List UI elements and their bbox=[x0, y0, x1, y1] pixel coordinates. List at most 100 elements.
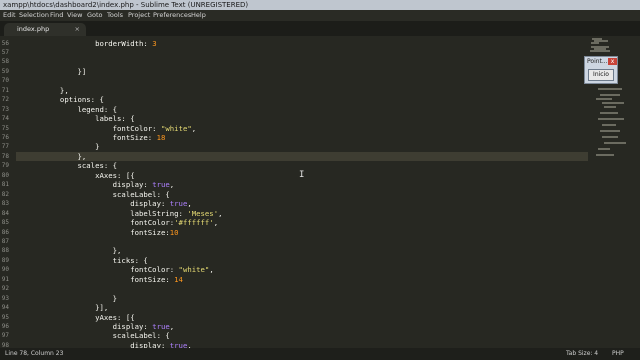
code-token: fontSize: bbox=[16, 274, 175, 284]
line-number: 79 bbox=[1, 162, 9, 170]
code-token: , bbox=[213, 218, 219, 228]
code-line[interactable]: scaleLabel: { bbox=[16, 190, 170, 199]
minimap-line bbox=[600, 130, 620, 132]
code-line[interactable]: }, bbox=[16, 86, 69, 95]
tab-index-php[interactable]: index.php × bbox=[4, 23, 86, 36]
code-token: } bbox=[16, 142, 100, 152]
code-line[interactable]: display: true, bbox=[16, 199, 192, 208]
code-token: scales: { bbox=[16, 161, 118, 171]
mouse-ibeam-cursor-icon: I bbox=[299, 170, 305, 180]
code-editor[interactable]: 56 57 58 59 70 71 72 73 74 75 76 77 78 79 80 81 82 83 84 85… bbox=[0, 36, 588, 348]
code-line[interactable]: borderWidth: 3 bbox=[16, 39, 157, 48]
inicio-button[interactable]: Inicio bbox=[588, 69, 614, 81]
code-token: true bbox=[152, 180, 170, 190]
code-token: borderWidth: bbox=[16, 38, 153, 48]
line-number: 57 bbox=[1, 48, 9, 56]
line-number: 73 bbox=[1, 105, 9, 113]
code-token: 18 bbox=[156, 133, 166, 142]
code-token: }, bbox=[16, 151, 87, 161]
line-number: 74 bbox=[1, 115, 9, 123]
code-line[interactable]: }] bbox=[16, 67, 87, 76]
line-number: 77 bbox=[1, 143, 9, 151]
code-token: display: bbox=[16, 199, 170, 209]
code-token: fontSize: bbox=[16, 227, 170, 237]
code-line[interactable]: scaleLabel: { bbox=[16, 331, 170, 340]
code-line[interactable]: legend: { bbox=[16, 105, 118, 114]
line-number: 86 bbox=[1, 228, 9, 236]
code-token: , bbox=[187, 340, 192, 348]
line-number: 95 bbox=[1, 313, 9, 321]
syntax-indicator[interactable]: PHP bbox=[612, 348, 624, 360]
minimap-line bbox=[600, 94, 620, 96]
line-number: 90 bbox=[1, 266, 9, 274]
code-token: , bbox=[218, 208, 223, 218]
code-token: 3 bbox=[152, 38, 157, 48]
code-line[interactable]: } bbox=[16, 142, 99, 151]
code-token: , bbox=[191, 123, 197, 133]
close-icon[interactable]: × bbox=[75, 23, 80, 36]
code-token: }, bbox=[16, 246, 122, 256]
code-token: true bbox=[169, 199, 188, 209]
code-line[interactable]: scales: { bbox=[16, 161, 118, 171]
code-line[interactable]: }, bbox=[16, 246, 122, 256]
code-token: , bbox=[169, 180, 175, 190]
code-line[interactable]: labels: { bbox=[16, 114, 135, 123]
tab-size-indicator[interactable]: Tab Size: 4 bbox=[566, 348, 598, 360]
minimap-line bbox=[591, 42, 599, 44]
code-line[interactable]: labelString: 'Meses', bbox=[16, 208, 223, 218]
line-number: 85 bbox=[1, 219, 9, 227]
code-line[interactable]: }, bbox=[16, 151, 588, 162]
line-number: 97 bbox=[1, 332, 9, 340]
code-line[interactable]: fontColor: "white", bbox=[16, 265, 214, 274]
code-line[interactable]: display: true, bbox=[16, 180, 175, 190]
menu-project[interactable]: Project bbox=[128, 10, 150, 21]
code-token: , bbox=[169, 322, 175, 331]
minimap-line bbox=[600, 112, 618, 114]
code-line[interactable]: yAxes: [{ bbox=[16, 313, 135, 322]
line-number: 81 bbox=[1, 181, 9, 189]
menu-view[interactable]: View bbox=[67, 10, 82, 21]
minimap-line bbox=[602, 136, 618, 138]
code-line[interactable]: display: true, bbox=[16, 341, 192, 348]
code-token: scaleLabel: { bbox=[16, 331, 170, 341]
code-token: true bbox=[169, 340, 188, 348]
line-number: 96 bbox=[1, 323, 9, 330]
code-line[interactable]: fontColor:'#ffffff', bbox=[16, 218, 218, 227]
code-token: fontSize: bbox=[16, 133, 157, 142]
code-token: } bbox=[16, 293, 118, 303]
line-number: 88 bbox=[1, 247, 9, 255]
code-token: labels: { bbox=[16, 114, 135, 124]
menu-goto[interactable]: Goto bbox=[87, 10, 103, 21]
code-token: 'Meses' bbox=[187, 208, 219, 218]
close-icon[interactable]: x bbox=[608, 58, 617, 65]
code-line[interactable]: fontColor: "white", bbox=[16, 123, 197, 133]
code-line[interactable]: display: true, bbox=[16, 322, 175, 331]
menu-find[interactable]: Find bbox=[50, 10, 63, 21]
line-number: 76 bbox=[1, 134, 9, 141]
menu-edit[interactable]: Edit bbox=[3, 10, 16, 21]
code-token: fontColor: bbox=[16, 123, 161, 133]
line-number: 58 bbox=[1, 58, 9, 66]
code-line[interactable]: fontSize:10 bbox=[16, 227, 178, 237]
menu-tools[interactable]: Tools bbox=[107, 10, 123, 21]
code-token: }], bbox=[16, 303, 109, 313]
code-line[interactable]: }], bbox=[16, 303, 108, 312]
line-number: 94 bbox=[1, 304, 9, 312]
menu-selection[interactable]: Selection bbox=[19, 10, 49, 21]
minimap-line bbox=[596, 154, 614, 156]
menu-help[interactable]: Help bbox=[191, 10, 206, 21]
line-number: 83 bbox=[1, 200, 9, 208]
status-bar: Line 78, Column 23 Tab Size: 4 PHP bbox=[0, 348, 640, 360]
minimap-line bbox=[604, 142, 626, 144]
code-line[interactable]: xAxes: [{ bbox=[16, 171, 135, 180]
code-line[interactable]: options: { bbox=[16, 95, 104, 104]
menu-preferences[interactable]: Preferences bbox=[153, 10, 191, 21]
code-line[interactable]: ticks: { bbox=[16, 256, 148, 265]
line-number: 72 bbox=[1, 96, 9, 104]
code-line[interactable]: fontSize: 14 bbox=[16, 275, 183, 284]
code-line[interactable]: fontSize: 18 bbox=[16, 133, 166, 142]
code-token: options: { bbox=[16, 95, 104, 105]
code-token: display: bbox=[16, 322, 153, 331]
code-token: }, bbox=[16, 85, 69, 95]
code-line[interactable]: } bbox=[16, 294, 117, 303]
